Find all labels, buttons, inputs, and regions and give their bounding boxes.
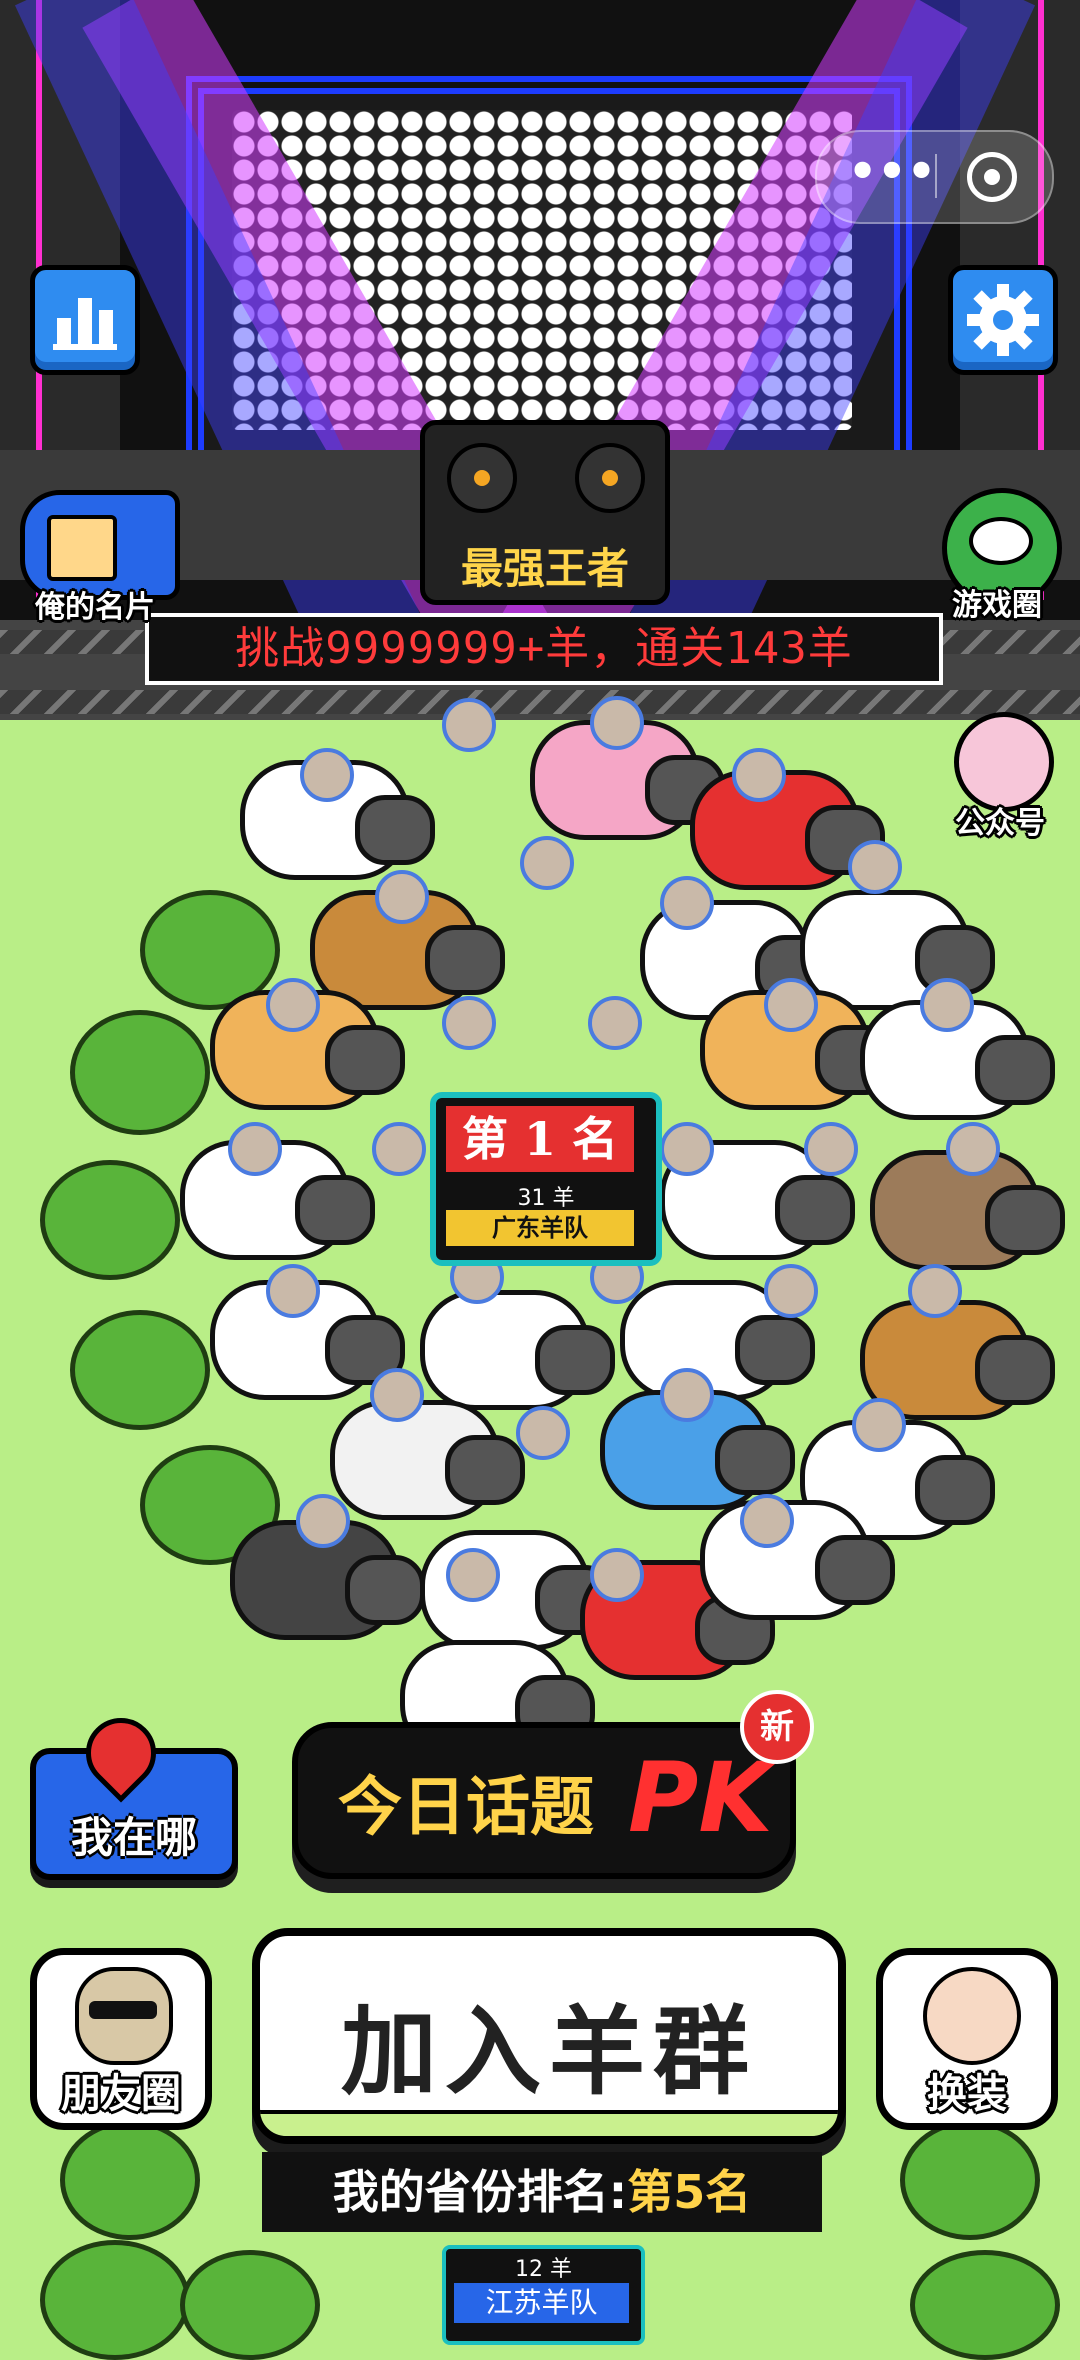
team-sheep-count: 12 羊 (515, 2257, 572, 2282)
challenge-banner: 挑战9999999+羊，通关143羊 (145, 613, 943, 685)
card-icon (47, 515, 117, 581)
friends-circle-button[interactable]: 朋友圈 (30, 1948, 212, 2130)
game-circle-button[interactable]: 游戏圈 (932, 488, 1062, 628)
pk-label: PK (628, 1742, 773, 1854)
player-avatar[interactable] (266, 978, 320, 1032)
player-avatar[interactable] (442, 698, 496, 752)
bush (70, 1010, 210, 1135)
new-badge: 新 (740, 1690, 814, 1764)
rank-title: 第 1 名 (446, 1106, 634, 1172)
topic-label: 今日话题 (338, 1771, 594, 1845)
where-am-i-label: 我在哪 (70, 1813, 197, 1862)
my-province-rank-prefix: 我的省份排名: (332, 2165, 628, 2219)
my-card-button[interactable]: 俺的名片 (20, 490, 180, 625)
stage-title: 最强王者 (460, 544, 629, 593)
turntable-icon (447, 443, 517, 513)
button-grass-trim (260, 2110, 838, 2136)
player-avatar[interactable] (740, 1494, 794, 1548)
friends-circle-label: 朋友圈 (61, 2071, 181, 2117)
team-rank-badge[interactable]: 12 羊 江苏羊队 (442, 2245, 645, 2345)
gear-icon (967, 284, 1039, 356)
player-avatar[interactable] (228, 1122, 282, 1176)
bush (60, 2120, 200, 2240)
player-avatar[interactable] (848, 840, 902, 894)
player-avatar[interactable] (296, 1494, 350, 1548)
player-avatar[interactable] (446, 1548, 500, 1602)
sheep (420, 1290, 615, 1410)
bush (40, 2240, 190, 2360)
sheep (420, 1530, 615, 1650)
player-avatar[interactable] (908, 1264, 962, 1318)
player-avatar[interactable] (946, 1122, 1000, 1176)
truss (0, 690, 1080, 714)
join-flock-button[interactable]: 加入羊群 (252, 1928, 846, 2144)
player-avatar[interactable] (804, 1122, 858, 1176)
player-avatar[interactable] (372, 1122, 426, 1176)
province-rank-badge[interactable]: 第 1 名 31 羊 广东羊队 (430, 1092, 662, 1266)
daily-topic-pk-button[interactable]: 今日话题 PK (292, 1722, 796, 1879)
my-province-rank-value: 第5名 (627, 2165, 752, 2219)
turntable-icon (575, 443, 645, 513)
join-flock-label: 加入羊群 (341, 1996, 757, 2108)
player-avatar[interactable] (266, 1264, 320, 1318)
bush (70, 1310, 210, 1430)
sheep-face-icon (923, 1967, 1021, 2065)
player-avatar[interactable] (764, 1264, 818, 1318)
player-avatar[interactable] (764, 978, 818, 1032)
player-avatar[interactable] (920, 978, 974, 1032)
close-target-icon[interactable] (967, 152, 1017, 202)
player-avatar[interactable] (660, 876, 714, 930)
more-menu-icon[interactable]: ••• (847, 132, 937, 218)
player-avatar[interactable] (660, 1122, 714, 1176)
bush (910, 2250, 1060, 2360)
sheep-mascot-icon (954, 712, 1054, 812)
bush (900, 2120, 1040, 2240)
player-avatar[interactable] (732, 748, 786, 802)
team-name: 江苏羊队 (454, 2283, 629, 2323)
leaderboard-button[interactable] (30, 265, 140, 375)
player-avatar[interactable] (442, 996, 496, 1050)
rank-sheep-count: 31 羊 (517, 1186, 575, 1211)
official-account-button[interactable]: 公众号 (940, 712, 1060, 842)
player-avatar[interactable] (375, 870, 429, 924)
player-avatar[interactable] (370, 1368, 424, 1422)
player-avatar[interactable] (300, 748, 354, 802)
player-avatar[interactable] (590, 1548, 644, 1602)
my-province-rank: 我的省份排名:第5名 (262, 2152, 822, 2232)
player-avatar[interactable] (852, 1398, 906, 1452)
bush (40, 1160, 180, 1280)
player-avatar[interactable] (520, 836, 574, 890)
settings-button[interactable] (948, 265, 1058, 375)
outfit-label: 换装 (927, 2071, 1007, 2117)
bush (180, 2250, 320, 2360)
player-avatar[interactable] (588, 996, 642, 1050)
my-card-label: 俺的名片 (35, 590, 155, 625)
player-avatar[interactable] (516, 1406, 570, 1460)
player-avatar[interactable] (660, 1368, 714, 1422)
mini-program-capsule: ••• (815, 130, 1054, 224)
game-circle-label: 游戏圈 (952, 588, 1042, 623)
sheep (330, 1400, 525, 1520)
outfit-button[interactable]: 换装 (876, 1948, 1058, 2130)
rank-team-name: 广东羊队 (446, 1210, 634, 1246)
dj-booth: 最强王者 (420, 420, 670, 605)
bar-chart-icon (53, 298, 117, 350)
capsule-divider (935, 154, 937, 198)
official-account-label: 公众号 (955, 806, 1045, 841)
cool-sheep-icon (75, 1967, 173, 2065)
player-avatar[interactable] (590, 696, 644, 750)
